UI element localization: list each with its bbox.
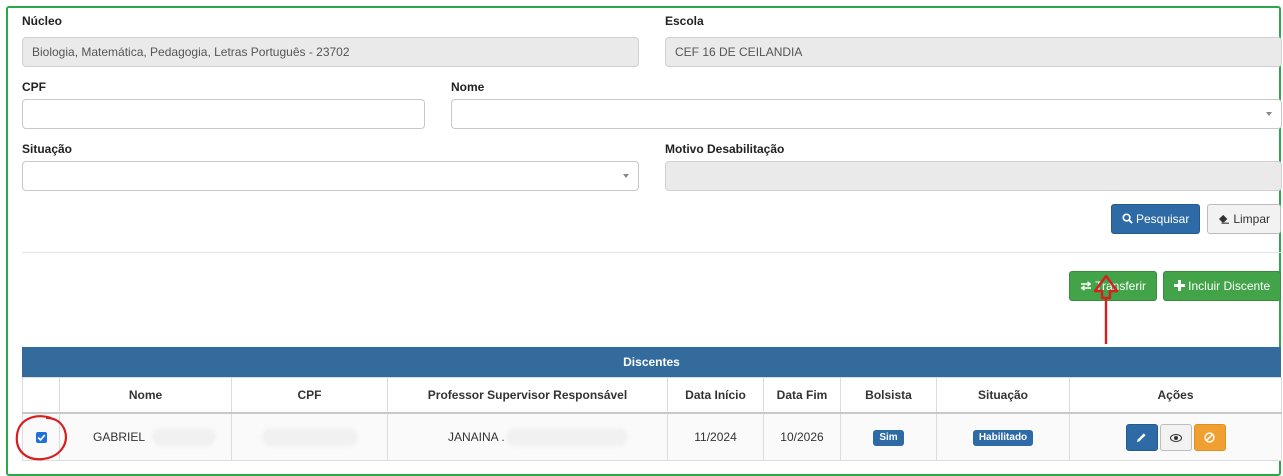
divider — [22, 252, 1281, 253]
nome-value: GABRIEL — [93, 429, 145, 444]
nucleo-field: Biologia, Matemática, Pedagogia, Letras … — [22, 37, 639, 67]
table-title: Discentes — [22, 347, 1281, 377]
nome-label: Nome — [451, 80, 485, 94]
escola-field: CEF 16 DE CEILANDIA — [665, 37, 1282, 67]
column-header-nome[interactable]: Nome — [59, 377, 232, 414]
eye-icon — [1169, 433, 1182, 442]
chevron-down-icon — [1266, 112, 1272, 116]
escola-label: Escola — [665, 14, 704, 28]
motivo-field — [665, 161, 1282, 191]
nome-select[interactable] — [451, 99, 1282, 129]
situacao-select[interactable] — [22, 161, 639, 191]
redaction-blur — [153, 430, 214, 445]
nome-cell: GABRIEL — [59, 412, 232, 461]
situacao-label: Situação — [22, 142, 73, 156]
column-header-cpf[interactable]: CPF — [231, 377, 388, 414]
motivo-label: Motivo Desabilitação — [665, 142, 785, 156]
data-inicio-cell: 11/2024 — [667, 412, 764, 461]
disable-button[interactable] — [1193, 423, 1226, 451]
annotation-circle-icon — [15, 415, 67, 461]
cpf-cell — [231, 412, 388, 461]
annotation-arrow-icon — [1093, 274, 1119, 344]
limpar-button[interactable]: Limpar — [1207, 204, 1281, 234]
cpf-input[interactable] — [22, 99, 425, 129]
column-header-data-fim[interactable]: Data Fim — [763, 377, 841, 414]
bolsista-badge: Sim — [873, 429, 904, 446]
edit-button[interactable] — [1125, 423, 1158, 451]
incluir-discente-button[interactable]: Incluir Discente — [1163, 271, 1281, 301]
status-badge: Habilitado — [972, 429, 1034, 446]
professor-cell: JANAINA . — [387, 412, 668, 461]
nucleo-label: Núcleo — [22, 14, 63, 28]
professor-value: JANAINA . — [448, 429, 505, 444]
view-button[interactable] — [1159, 423, 1192, 451]
transfer-icon — [1080, 281, 1092, 291]
situacao-cell: Habilitado — [936, 412, 1070, 461]
search-icon — [1122, 213, 1133, 224]
column-header-situacao[interactable]: Situação — [936, 377, 1070, 414]
chevron-down-icon — [623, 174, 629, 178]
redaction-blur — [263, 430, 356, 445]
eraser-icon — [1218, 214, 1229, 224]
discentes-table: Nome CPF Professor Supervisor Responsáve… — [22, 377, 1282, 461]
incluir-discente-label: Incluir Discente — [1188, 279, 1271, 293]
column-header-acoes: Ações — [1069, 377, 1282, 414]
column-header — [22, 377, 60, 414]
pesquisar-label: Pesquisar — [1135, 212, 1190, 226]
cpf-label: CPF — [22, 80, 46, 94]
column-header-professor[interactable]: Professor Supervisor Responsável — [387, 377, 668, 414]
ban-icon — [1204, 431, 1215, 443]
column-header-bolsista[interactable]: Bolsista — [840, 377, 937, 414]
pencil-icon — [1137, 432, 1146, 442]
pesquisar-button[interactable]: Pesquisar — [1111, 204, 1200, 234]
table-header-row: Nome CPF Professor Supervisor Responsáve… — [22, 377, 1282, 414]
bolsista-cell: Sim — [840, 412, 937, 461]
acoes-cell — [1069, 412, 1282, 461]
redaction-blur — [508, 430, 627, 445]
column-header-data-inicio[interactable]: Data Início — [667, 377, 764, 414]
data-fim-cell: 10/2026 — [763, 412, 841, 461]
plus-icon — [1173, 280, 1185, 291]
table-row: GABRIEL JANAINA . 11/2024 10/2026 Sim Ha… — [22, 412, 1282, 461]
limpar-label: Limpar — [1233, 212, 1271, 226]
